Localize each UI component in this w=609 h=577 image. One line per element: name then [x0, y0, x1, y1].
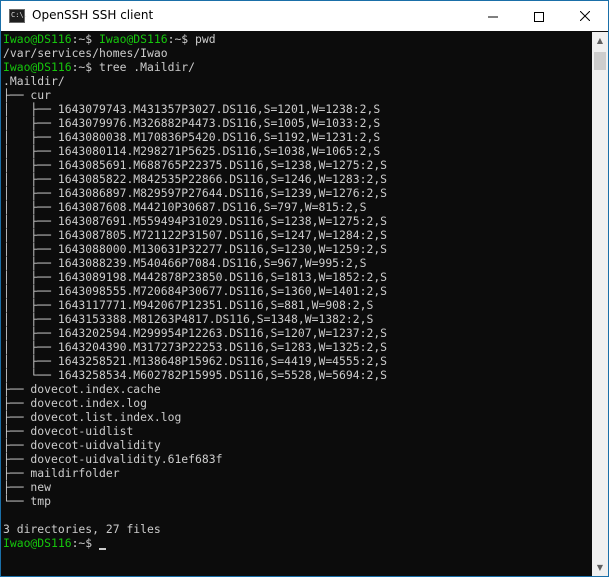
- tree-entry: │ ├── 1643153388.M81263P4817.DS116,S=134…: [3, 312, 374, 326]
- tree-entry: │ ├── 1643080114.M298271P5625.DS116,S=10…: [3, 144, 381, 158]
- tree-entry: │ ├── 1643087691.M559494P31029.DS116,S=1…: [3, 214, 388, 228]
- scrollbar-thumb[interactable]: [594, 52, 606, 70]
- tree-entry: │ ├── 1643202594.M299954P12263.DS116,S=1…: [3, 326, 388, 340]
- tree-entry: │ ├── 1643088239.M540466P7084.DS116,S=96…: [3, 256, 367, 270]
- scroll-up-arrow-icon: ▲: [596, 36, 604, 45]
- tree-root: .Maildir/: [3, 74, 65, 88]
- close-icon: [580, 11, 590, 21]
- tree-entry: ├── cur: [3, 88, 52, 102]
- tree-entry: │ ├── 1643089198.M442878P23850.DS116,S=1…: [3, 270, 388, 284]
- tree-entry: ├── dovecot-uidvalidity: [3, 438, 161, 452]
- prompt-user-host: Iwao@DS116: [3, 60, 72, 74]
- prompt-separator: :~$: [71, 32, 100, 46]
- tree-entry: │ ├── 1643085691.M688765P22375.DS116,S=1…: [3, 158, 388, 172]
- tree-entry: ├── dovecot-uidvalidity.61ef683f: [3, 452, 223, 466]
- tree-entry: ├── dovecot.list.index.log: [3, 410, 182, 424]
- prompt-separator: :~$: [167, 32, 196, 46]
- vertical-scrollbar[interactable]: ▲ ▼: [592, 32, 608, 576]
- tree-entry: │ ├── 1643088000.M130631P32277.DS116,S=1…: [3, 242, 388, 256]
- tree-entry: ├── dovecot-uidlist: [3, 424, 134, 438]
- tree-entry: │ ├── 1643080038.M170836P5420.DS116,S=11…: [3, 130, 381, 144]
- scroll-up-button[interactable]: ▲: [592, 32, 608, 49]
- text-cursor: [99, 548, 107, 550]
- title-bar[interactable]: C:\. OpenSSH SSH client: [1, 1, 608, 31]
- scroll-down-arrow-icon: ▼: [596, 563, 604, 572]
- maximize-icon: [534, 11, 544, 22]
- minimize-icon: [488, 16, 498, 17]
- command-text: pwd: [195, 32, 216, 46]
- console-app-icon[interactable]: C:\.: [9, 9, 28, 23]
- tree-entry: │ ├── 1643079976.M326882P4473.DS116,S=10…: [3, 116, 381, 130]
- tree-entry: │ ├── 1643085822.M842535P22866.DS116,S=1…: [3, 172, 388, 186]
- tree-entry: │ ├── 1643258521.M138648P15962.DS116,S=4…: [3, 354, 388, 368]
- output-line: /var/services/homes/Iwao: [3, 46, 168, 60]
- tree-entry: ├── dovecot.index.log: [3, 396, 148, 410]
- tree-entry: │ ├── 1643087805.M721122P31507.DS116,S=1…: [3, 228, 388, 242]
- tree-entry: └── tmp: [3, 494, 52, 508]
- prompt-separator: :~$: [71, 60, 100, 74]
- tree-entry: │ ├── 1643079743.M431357P3027.DS116,S=12…: [3, 102, 381, 116]
- tree-entry: ├── new: [3, 480, 52, 494]
- tree-entry: │ ├── 1643086897.M829597P27644.DS116,S=1…: [3, 186, 388, 200]
- terminal-output[interactable]: Iwao@DS116:~$ Iwao@DS116:~$ pwd /var/ser…: [1, 32, 592, 576]
- tree-entry: │ ├── 1643087608.M44210P30687.DS116,S=79…: [3, 200, 367, 214]
- minimize-button[interactable]: [470, 1, 516, 31]
- terminal-window: C:\. OpenSSH SSH client Iwao@DS116:~$ Iw…: [0, 0, 609, 577]
- close-button[interactable]: [562, 1, 608, 31]
- window-title: OpenSSH SSH client: [32, 8, 154, 22]
- tree-entry: │ ├── 1643117771.M942067P12351.DS116,S=8…: [3, 298, 374, 312]
- prompt-line-current[interactable]: Iwao@DS116:~$: [3, 536, 107, 550]
- maximize-button[interactable]: [516, 1, 562, 31]
- tree-entry: ├── maildirfolder: [3, 466, 120, 480]
- tree-entry: │ └── 1643258534.M602782P15995.DS116,S=5…: [3, 368, 388, 382]
- prompt-user-host: Iwao@DS116: [3, 32, 72, 46]
- prompt-line-tree: Iwao@DS116:~$ tree .Maildir/: [3, 60, 195, 74]
- tree-summary: 3 directories, 27 files: [3, 522, 161, 536]
- prompt-user-host: Iwao@DS116: [99, 32, 168, 46]
- tree-entry: │ ├── 1643204390.M317273P22253.DS116,S=1…: [3, 340, 388, 354]
- prompt-separator: :~$: [71, 536, 100, 550]
- tree-entry: ├── dovecot.index.cache: [3, 382, 161, 396]
- tree-entry: │ ├── 1643098555.M720684P30677.DS116,S=1…: [3, 284, 388, 298]
- command-text: tree .Maildir/: [99, 60, 196, 74]
- prompt-user-host: Iwao@DS116: [3, 536, 72, 550]
- prompt-line-pwd: Iwao@DS116:~$ Iwao@DS116:~$ pwd: [3, 32, 216, 46]
- scroll-down-button[interactable]: ▼: [592, 559, 608, 576]
